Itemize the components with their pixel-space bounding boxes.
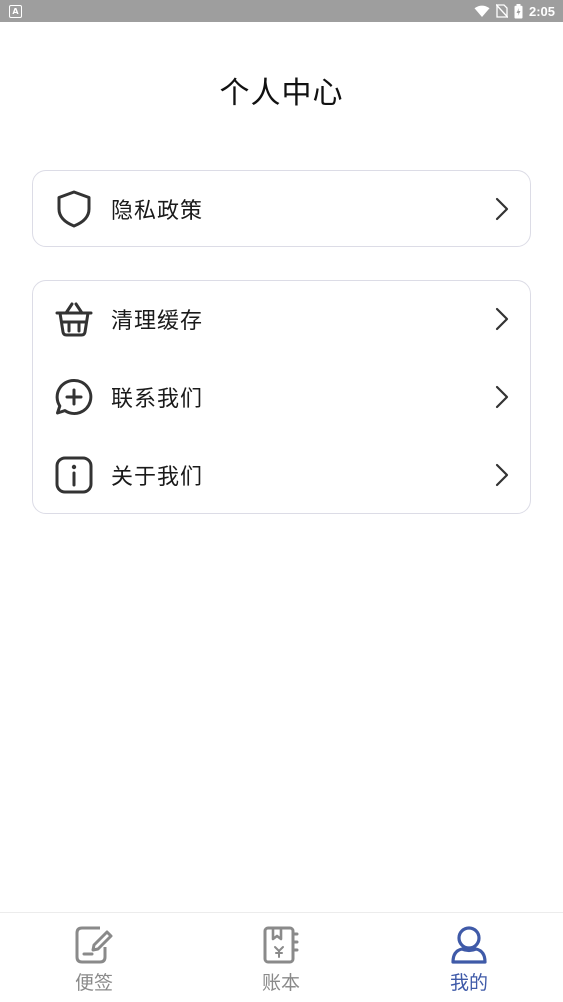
menu-item-contact-us[interactable]: 联系我们 [33, 367, 530, 427]
menu-card-general: 清理缓存 联系我们 关于我们 [32, 280, 531, 514]
menu-item-label: 清理缓存 [111, 309, 204, 334]
tab-label: 我的 [449, 972, 488, 994]
shield-icon [54, 189, 94, 229]
tab-label: 便签 [74, 972, 113, 994]
status-icons: 2:05 [474, 0, 555, 22]
menu-card-privacy: 隐私政策 [32, 170, 531, 247]
chevron-right-icon [492, 306, 512, 332]
chevron-right-icon [492, 384, 512, 410]
no-sim-icon [495, 4, 508, 18]
page-title: 个人中心 [219, 76, 344, 111]
status-time: 2:05 [528, 3, 555, 19]
tab-ledger[interactable]: 账本 [221, 913, 341, 1002]
note-edit-icon [74, 925, 114, 965]
chevron-right-icon [492, 462, 512, 488]
tab-mine[interactable]: 我的 [409, 913, 529, 1002]
chat-plus-icon [54, 377, 94, 417]
tab-notes[interactable]: 便签 [34, 913, 154, 1002]
notification-app-icon: A [9, 5, 22, 18]
battery-icon [514, 3, 523, 18]
menu-item-label: 关于我们 [111, 465, 204, 490]
basket-icon [54, 299, 94, 339]
menu-item-about-us[interactable]: 关于我们 [33, 445, 530, 505]
chevron-right-icon [492, 196, 512, 222]
tab-label: 账本 [261, 972, 300, 994]
info-icon [54, 455, 94, 495]
user-icon [449, 925, 489, 965]
wifi-icon [474, 5, 490, 17]
menu-item-label: 联系我们 [111, 387, 204, 412]
bottom-tab-bar: 便签 账本 我的 [0, 912, 563, 1002]
status-bar: A 2:05 [0, 0, 563, 22]
menu-item-label: 隐私政策 [111, 199, 204, 224]
menu-item-privacy-policy[interactable]: 隐私政策 [33, 179, 530, 239]
menu-item-clear-cache[interactable]: 清理缓存 [33, 289, 530, 349]
ledger-book-icon [261, 925, 301, 965]
